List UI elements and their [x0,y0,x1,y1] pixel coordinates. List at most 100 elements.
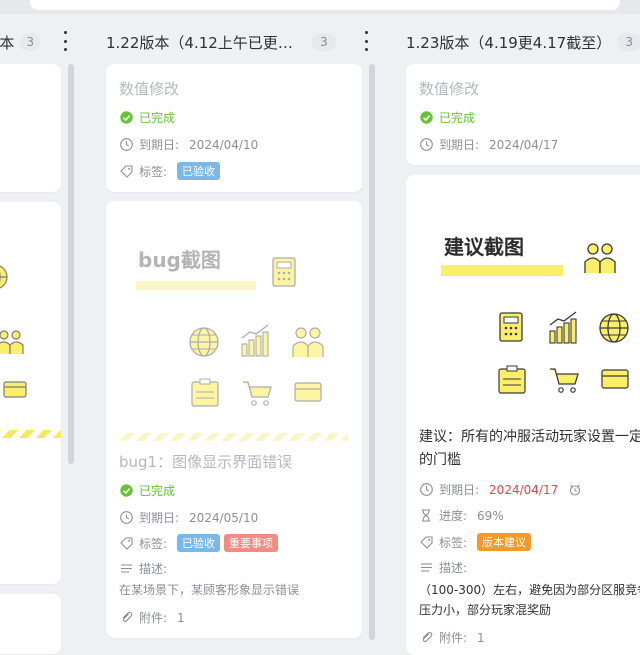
attach-label: 附件: [139,611,168,625]
tag-label: 标签: [139,164,168,179]
tag-important[interactable]: 重要事项 [224,534,279,552]
status-row: 已完成 [419,109,475,126]
attach-row: 附件: 1 [119,609,185,626]
top-search-pill[interactable] [30,0,620,10]
card-title: bug1：图像显示界面错误 [119,453,293,471]
tag-label: 标签: [139,536,168,551]
due-row: 到期日: 2024/04/17 [419,481,588,498]
tag-row: 标签: 版本建议 [419,533,535,551]
card-col2-1[interactable]: 数值修改 已完成 到期日: 2024/04/10 标签: 已验收 [106,64,362,192]
status-text: 已完成 [139,484,176,498]
column-header-1[interactable]: 版本（... 3 [0,28,40,56]
due-date-overdue: 2024/04/17 [489,482,559,497]
due-date: 2024/04/10 [189,137,259,152]
bar-chart-icon [241,324,269,357]
due-row: 到期日: 2024/04/10 [119,136,258,153]
tag-accepted[interactable]: 已验收 [177,534,221,552]
attach-row: 附件: 1 [419,629,485,646]
card-col3-1[interactable]: 数值修改 已完成 到期日: 2024/04/17 [406,64,640,165]
status-text: 已完成 [439,111,476,125]
card-icon [3,381,27,398]
card-icon [294,382,322,402]
menu-lines-icon [419,561,433,575]
card-count-badge: 3 [617,33,640,51]
hazard-stripe [116,433,348,441]
clock-icon [119,138,133,152]
card-title: 数值修改 [119,80,180,98]
people-icon [0,330,24,354]
status-row: 已完成 [119,109,175,126]
card-cover-image: bug截图 [106,201,362,443]
globe-icon [189,327,219,357]
paperclip-icon [119,611,133,625]
menu-lines-icon [119,562,133,576]
column-1-scrollbar[interactable] [68,64,74,464]
column-header-2[interactable]: 1.22版本（4.12上午已更新... 3 [106,28,342,56]
card-title: 数值修改 [419,80,480,98]
attach-count: 1 [477,630,485,645]
tag-label: 标签: [439,535,468,550]
top-strip [0,0,640,14]
calculator-icon [272,257,296,287]
desc-row: 描述: [419,559,467,576]
column-2-scrollbar[interactable] [369,64,375,640]
clock-icon [419,138,433,152]
card-count-badge: 3 [312,33,336,51]
column-title: 版本（... [0,33,15,52]
desc-text: 在某场景下，某顾客形象显示错误 [119,583,300,597]
card-col1-1[interactable] [0,64,61,192]
clipboard-icon [191,378,219,407]
due-row: 到期日: 2024/05/10 [119,509,258,526]
tag-row: 标签: 已验收 [119,162,224,180]
card-col3-2[interactable]: 建议截图 建议：所有的冲服活动玩家设置一定的门槛 到期日: 2024/04/17… [406,175,640,655]
progress-value: 69% [477,508,504,523]
column-title: 1.23版本（4.19更4.17截至） [406,33,612,52]
tag-icon [119,164,133,178]
column-title: 1.22版本（4.12上午已更新... [106,33,306,52]
clock-icon [419,483,433,497]
tag-version-suggestion[interactable]: 版本建议 [477,533,532,551]
due-label: 到期日: [139,138,180,152]
hazard-stripe [0,430,61,438]
due-date: 2024/05/10 [189,510,259,525]
progress-label: 进度: [439,509,468,523]
check-circle-icon [419,111,433,125]
tag-accepted[interactable]: 已验收 [177,162,221,180]
people-icon [584,243,616,273]
card-col1-2[interactable] [0,202,61,584]
attach-count: 1 [177,610,185,625]
column-1-more-icon[interactable] [62,31,68,51]
desc-label: 描述: [439,561,468,575]
card-col2-2[interactable]: bug截图 bug1：图像显示界面错误 已完成 到期日: 2024/05/10 … [106,201,362,638]
progress-row: 进度: 69% [419,507,504,524]
tag-icon [119,536,133,550]
due-label: 到期日: [139,511,180,525]
people-icon [292,327,324,357]
status-text: 已完成 [139,111,176,125]
card-col1-3[interactable] [0,594,61,654]
tag-icon [419,535,433,549]
column-header-3[interactable]: 1.23版本（4.19更4.17截至） 3 [406,28,640,56]
due-label: 到期日: [439,138,480,152]
desc-row: 描述: [119,560,167,577]
calculator-icon [499,312,523,342]
card-icon [601,369,629,389]
due-date: 2024/04/17 [489,137,559,152]
status-row: 已完成 [119,482,175,499]
clipboard-icon [498,365,526,394]
paperclip-icon [419,631,433,645]
cart-icon [243,381,272,406]
card-cover-image: 建议截图 [406,175,640,415]
highlight-bar [441,265,563,276]
check-circle-icon [119,111,133,125]
highlight-bar [136,281,256,290]
column-2-more-icon[interactable] [363,31,369,51]
due-row: 到期日: 2024/04/17 [419,136,558,153]
alarm-clock-icon [568,483,582,497]
globe-icon [0,265,8,289]
image-heading: 建议截图 [444,235,524,259]
globe-icon [599,313,629,343]
bar-chart-icon [549,311,577,344]
due-label: 到期日: [439,483,480,497]
hourglass-icon [419,509,433,523]
